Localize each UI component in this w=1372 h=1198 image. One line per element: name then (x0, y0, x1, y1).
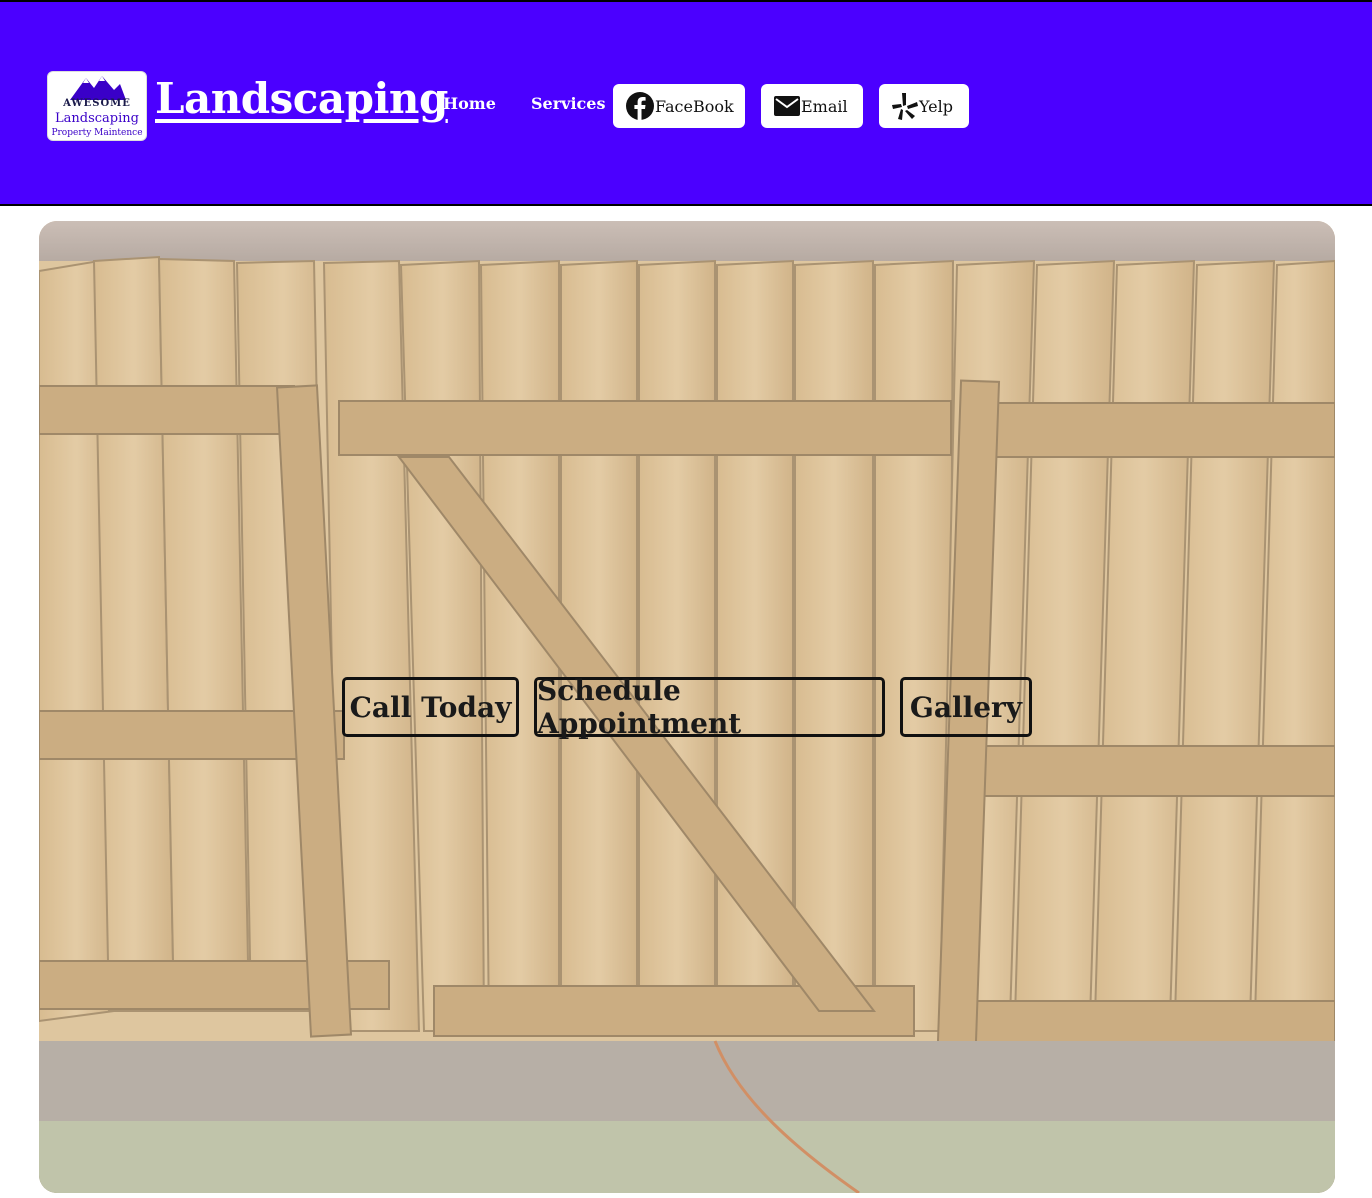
facebook-icon (626, 92, 654, 120)
schedule-appointment-button[interactable]: Schedule Appointment (534, 674, 885, 740)
yelp-label: Yelp (919, 96, 953, 116)
email-button[interactable]: Email (761, 84, 863, 128)
gallery-button[interactable]: Gallery (900, 677, 1032, 737)
email-label: Email (801, 96, 848, 116)
site-header: AWESOME Landscaping Property Maintence L… (0, 0, 1372, 206)
mountain-icon (70, 76, 126, 100)
mail-icon (774, 96, 800, 116)
nav-home-link[interactable]: Home (443, 94, 496, 113)
yelp-icon (892, 93, 918, 120)
logo-line-3: Property Maintence (51, 128, 143, 138)
facebook-button[interactable]: FaceBook (613, 84, 745, 128)
nav-services-link[interactable]: Services (531, 94, 605, 113)
yelp-button[interactable]: Yelp (879, 84, 969, 128)
site-title-link[interactable]: Landscaping (155, 74, 448, 123)
logo-line-2: Landscaping (55, 111, 139, 126)
call-today-button[interactable]: Call Today (342, 677, 519, 737)
company-logo[interactable]: AWESOME Landscaping Property Maintence (47, 71, 147, 141)
logo-line-1: AWESOME (63, 98, 131, 109)
facebook-label: FaceBook (655, 96, 734, 116)
